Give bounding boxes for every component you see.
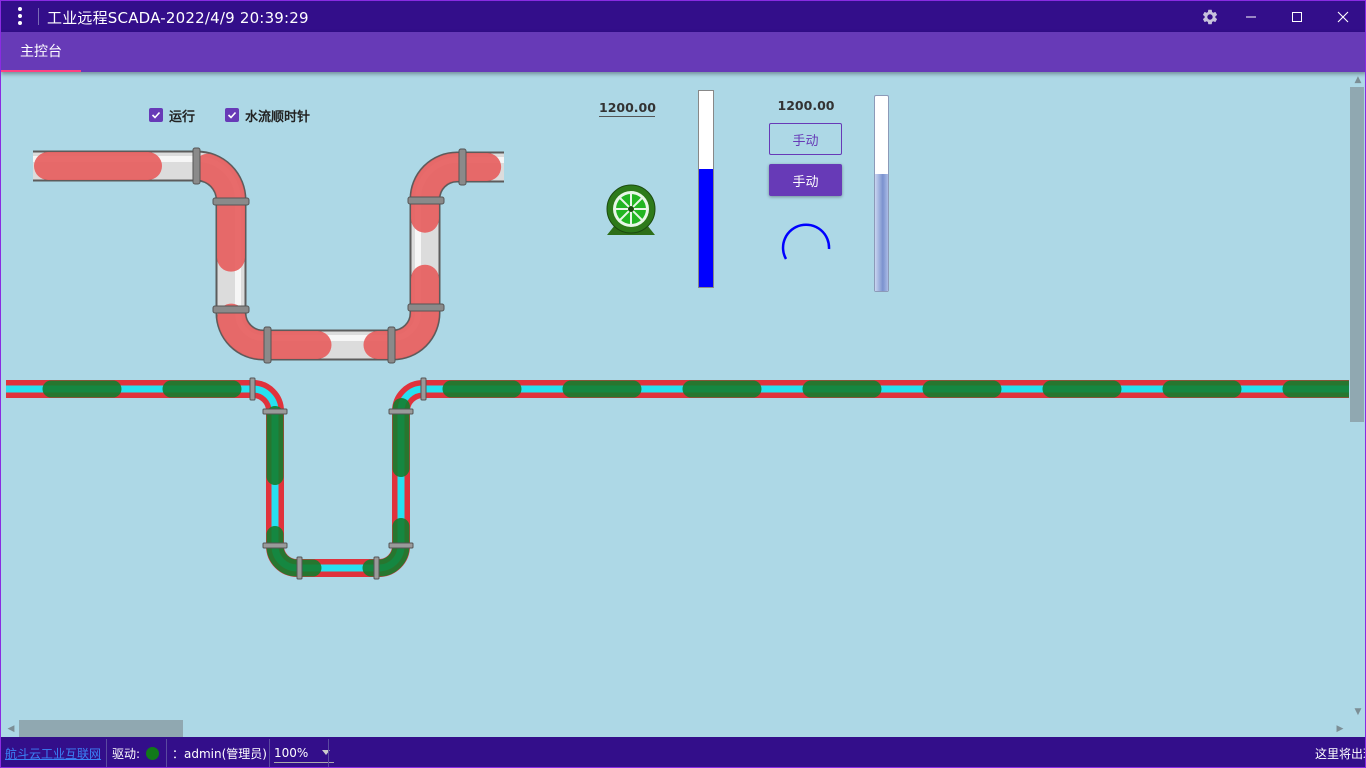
status-bar: 航斗云工业互联网 驱动: ：admin(管理员) 100% 这里将出现 (1, 737, 1365, 767)
window-title: 工业远程SCADA-2022/4/9 20:39:29 (47, 9, 309, 27)
chevron-down-icon (322, 750, 331, 755)
horizontal-scrollbar-thumb[interactable] (19, 720, 183, 737)
user-label: ：admin(管理员) (172, 746, 267, 761)
value-display-b: 1200.00 (777, 98, 835, 113)
value-display-a: 1200.00 (599, 100, 656, 117)
status-separator (269, 739, 270, 767)
tank-level-1-fill (699, 169, 713, 287)
manual-button-filled[interactable]: 手动 (769, 164, 842, 196)
tab-bar: 主控台 (1, 32, 1365, 72)
loading-spinner-icon (781, 223, 831, 260)
manual-button-outline[interactable]: 手动 (769, 123, 842, 155)
tank-level-2-fill (875, 174, 888, 291)
drive-label: 驱动: (112, 746, 141, 761)
scroll-up-arrow-icon[interactable]: ▲ (1351, 73, 1365, 87)
scada-canvas: 运行 水流顺时针 (1, 72, 1349, 720)
scroll-right-arrow-icon[interactable]: ▶ (1333, 722, 1347, 736)
scroll-down-arrow-icon[interactable]: ▼ (1351, 705, 1365, 719)
clockwise-checkbox[interactable]: 水流顺时针 (225, 106, 311, 125)
maximize-icon[interactable] (1274, 1, 1320, 32)
status-separator (106, 739, 107, 767)
tank-level-1 (698, 90, 714, 288)
lower-pipe (1, 377, 1349, 580)
zoom-value: 100% (274, 745, 309, 760)
status-message: 这里将出现 (1315, 746, 1365, 761)
checkbox-checked-icon (149, 108, 163, 122)
scroll-left-arrow-icon[interactable]: ◀ (4, 722, 18, 736)
settings-gear-icon[interactable] (1187, 1, 1233, 32)
tab-main-console[interactable]: 主控台 (1, 32, 81, 72)
menu-more-icon[interactable] (11, 5, 29, 27)
vertical-scrollbar-thumb[interactable] (1350, 87, 1364, 422)
close-icon[interactable] (1320, 1, 1365, 32)
title-separator (38, 8, 39, 25)
run-checkbox[interactable]: 运行 (149, 106, 196, 125)
run-checkbox-label: 运行 (169, 109, 196, 125)
title-bar: 工业远程SCADA-2022/4/9 20:39:29 (1, 1, 1365, 32)
tank-level-2 (874, 95, 889, 292)
app-window: 工业远程SCADA-2022/4/9 20:39:29 主控台 运行 水流顺时针… (0, 0, 1366, 768)
scrollbar-corner (1349, 720, 1365, 737)
zoom-select[interactable]: 100% (274, 743, 335, 763)
minimize-icon[interactable] (1228, 1, 1274, 32)
status-separator (166, 739, 167, 767)
clockwise-checkbox-label: 水流顺时针 (245, 109, 311, 125)
horizontal-scrollbar[interactable] (1, 720, 1349, 737)
checkbox-checked-icon (225, 108, 239, 122)
pump-icon[interactable] (606, 184, 656, 235)
company-link[interactable]: 航斗云工业互联网 (5, 745, 101, 762)
drive-status-led-icon (146, 746, 160, 760)
status-separator (328, 739, 329, 767)
pipe-network (1, 147, 1349, 580)
upper-pipe (19, 147, 518, 364)
